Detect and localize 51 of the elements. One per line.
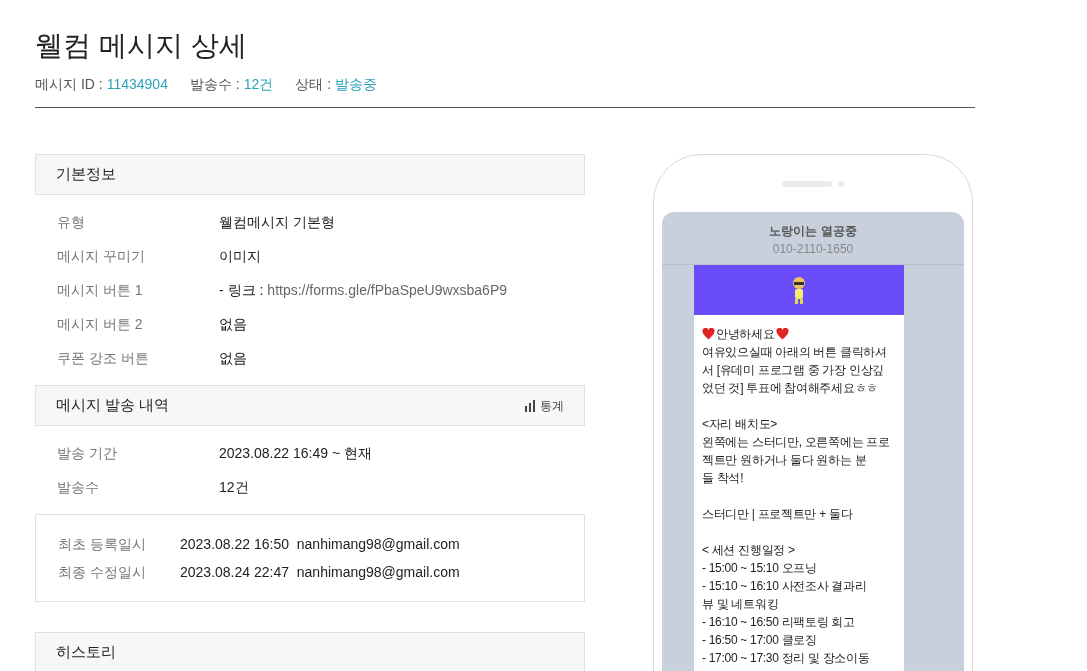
field-value: 웰컴메시지 기본형: [219, 212, 335, 232]
section-title: 기본정보: [56, 164, 116, 185]
heart-icon: [775, 328, 789, 340]
heart-icon: [702, 328, 715, 340]
field-value: 2023.08.24 22:47 nanhimang98@gmail.com: [180, 562, 460, 582]
bar-chart-icon: [525, 399, 536, 412]
message-line: 뷰 및 네트워킹: [702, 596, 779, 613]
field-label: 쿠폰 강조 버튼: [57, 348, 150, 368]
message-line: - 17:00 ~ 17:30 정리 및 장소이동: [702, 650, 870, 667]
field-label: 메시지 버튼 2: [57, 314, 144, 334]
meta-label: 발송수 :: [189, 75, 240, 94]
message-line: <자리 배치도>: [702, 416, 777, 433]
field-value: 2023.08.22 16:49 ~ 현재: [219, 443, 372, 463]
meta-value: 12건: [243, 75, 274, 94]
page-title: 웰컴 메시지 상세: [35, 29, 248, 63]
field-label: 발송수: [57, 477, 100, 497]
message-line: 젝트만 원하거나 둘다 원하는 분: [702, 452, 867, 469]
message-line: 안녕하세요: [716, 326, 775, 343]
field-label: 최초 등록일시: [58, 534, 147, 554]
section-title: 메시지 발송 내역: [56, 395, 170, 416]
sender-name: 노랑이는 열공중: [769, 223, 857, 240]
stats-button[interactable]: 통계: [525, 396, 564, 415]
field-value: 없음: [219, 314, 247, 334]
message-line: - 15:00 ~ 15:10 오프닝: [702, 560, 817, 577]
meta-label: 메시지 ID :: [35, 75, 103, 94]
meta-label: 상태 :: [295, 75, 332, 94]
message-line: < 세션 진행일정 >: [702, 542, 795, 559]
message-line: 스터디만 | 프로젝트만 + 둘다: [702, 506, 853, 523]
message-line: - 15:10 ~ 16:10 사전조사 결과리: [702, 578, 867, 595]
message-line: 었던 것] 투표에 참여해주세요ㅎㅎ: [702, 380, 878, 397]
message-line: 왼쪽에는 스터디만, 오른쪽에는 프로: [702, 434, 890, 451]
message-line: 여유있으실때 아래의 버튼 클릭하셔: [702, 344, 887, 361]
message-line: 서 [유데미 프로그램 중 가장 인상깊: [702, 362, 884, 379]
field-label: 유형: [57, 212, 86, 232]
meta-value: 발송중: [335, 75, 378, 94]
field-value: 이미지: [219, 246, 261, 266]
link-url[interactable]: https://forms.gle/fPbaSpeU9wxsba6P9: [267, 279, 508, 301]
field-value: 없음: [219, 348, 247, 368]
field-label: 발송 기간: [57, 443, 118, 463]
field-value: - 링크 :: [219, 280, 264, 300]
field-value: 2023.08.22 16:50 nanhimang98@gmail.com: [180, 534, 460, 554]
field-label: 메시지 버튼 1: [57, 280, 144, 300]
field-value: 12건: [219, 477, 249, 497]
message-line: 들 착석!: [702, 470, 744, 487]
section-title: 히스토리: [56, 642, 116, 663]
message-line: - 16:10 ~ 16:50 리팩토링 회고: [702, 614, 855, 631]
sender-phone: 010-2110-1650: [772, 241, 854, 258]
field-label: 메시지 꾸미기: [57, 246, 146, 266]
meta-value: 11434904: [106, 75, 168, 94]
field-label: 최종 수정일시: [58, 562, 147, 582]
message-line: - 16:50 ~ 17:00 클로징: [702, 632, 817, 649]
